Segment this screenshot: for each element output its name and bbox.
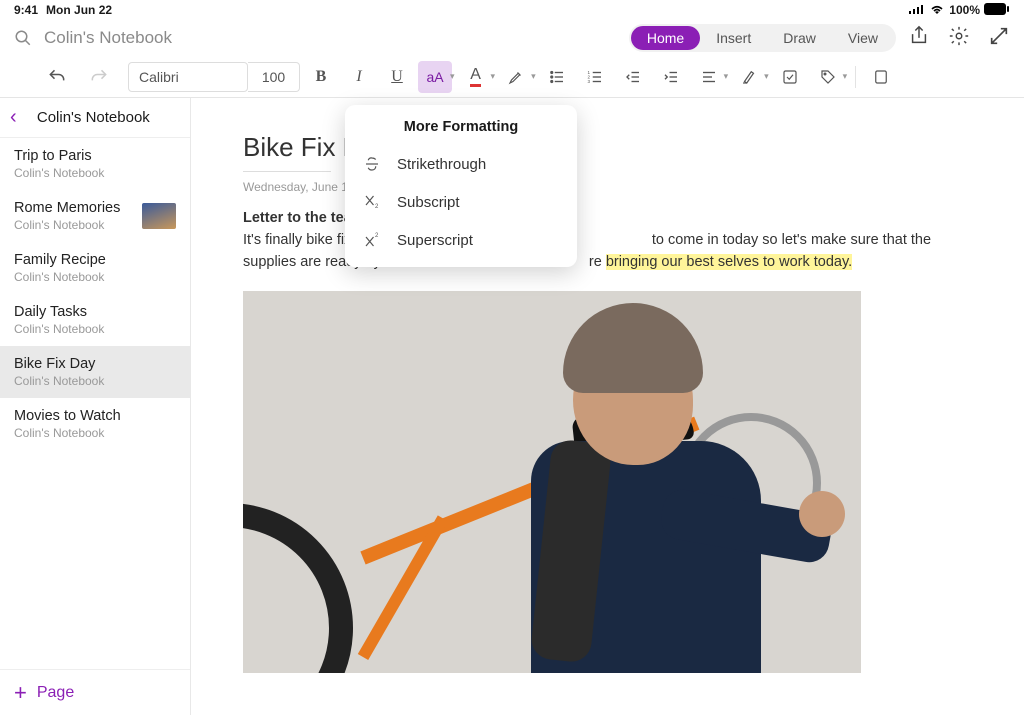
gear-icon[interactable] — [948, 25, 970, 52]
sidebar-title: Colin's Notebook — [25, 109, 162, 126]
chevron-down-icon: ▾ — [491, 71, 496, 82]
font-selector[interactable]: Calibri — [128, 62, 248, 92]
note-title: Movies to Watch — [14, 408, 176, 424]
todo-button[interactable] — [773, 61, 807, 93]
embedded-image[interactable]: go team ! ☆ — [243, 291, 861, 673]
battery-pct: 100% — [949, 3, 980, 17]
header: Colin's Notebook Home Insert Draw View — [0, 20, 1024, 56]
superscript-icon: 2 — [363, 231, 381, 249]
notebook-name[interactable]: Colin's Notebook — [44, 28, 617, 48]
underline-button[interactable]: U — [380, 61, 414, 93]
number-list-button[interactable]: 123 — [578, 61, 612, 93]
note-item[interactable]: Daily Tasks Colin's Notebook — [0, 294, 190, 346]
note-subtitle: Colin's Notebook — [14, 426, 176, 440]
note-subtitle: Colin's Notebook — [14, 218, 134, 232]
styles-button[interactable] — [732, 61, 766, 93]
tab-home[interactable]: Home — [631, 26, 700, 50]
add-page-button[interactable]: + Page — [0, 669, 190, 715]
note-item[interactable]: Trip to Paris Colin's Notebook — [0, 138, 190, 190]
chevron-down-icon: ▾ — [843, 71, 848, 82]
content-text: to come in today so let's make sure that… — [652, 232, 931, 248]
note-title: Trip to Paris — [14, 148, 176, 164]
cellular-icon — [909, 3, 925, 17]
more-formatting-button[interactable]: aA — [418, 61, 452, 93]
chevron-down-icon: ▾ — [764, 71, 769, 82]
page-canvas[interactable]: Bike Fix Day Wednesday, June 17, 2020 Le… — [191, 98, 1024, 715]
status-time: 9:41 — [14, 3, 38, 17]
highlighted-text: bringing our best selves to work today. — [606, 254, 852, 270]
undo-button[interactable] — [40, 61, 74, 93]
tab-insert[interactable]: Insert — [700, 26, 767, 50]
more-formatting-dropdown: More Formatting Strikethrough 2 Subscrip… — [345, 105, 577, 267]
note-item[interactable]: Rome Memories Colin's Notebook — [0, 190, 190, 242]
svg-text:2: 2 — [375, 204, 379, 210]
chevron-down-icon: ▾ — [531, 71, 536, 82]
italic-button[interactable]: I — [342, 61, 376, 93]
note-item[interactable]: Movies to Watch Colin's Notebook — [0, 398, 190, 450]
bold-button[interactable]: B — [304, 61, 338, 93]
superscript-item[interactable]: 2 Superscript — [345, 221, 577, 259]
sidebar: ‹ Colin's Notebook Trip to Paris Colin's … — [0, 98, 191, 715]
note-title: Rome Memories — [14, 200, 134, 216]
chevron-down-icon: ▾ — [724, 71, 729, 82]
strikethrough-icon — [363, 155, 381, 173]
tab-draw[interactable]: Draw — [767, 26, 832, 50]
bullet-list-button[interactable] — [540, 61, 574, 93]
chevron-down-icon: ▾ — [450, 71, 455, 82]
back-button[interactable]: ‹ — [10, 106, 17, 129]
strikethrough-item[interactable]: Strikethrough — [345, 145, 577, 183]
dropdown-label: Strikethrough — [397, 156, 486, 173]
tab-view[interactable]: View — [832, 26, 894, 50]
note-subtitle: Colin's Notebook — [14, 270, 176, 284]
note-item-selected[interactable]: Bike Fix Day Colin's Notebook — [0, 346, 190, 398]
ribbon-tabs: Home Insert Draw View — [629, 24, 896, 52]
note-title: Family Recipe — [14, 252, 176, 268]
note-title: Bike Fix Day — [14, 356, 176, 372]
font-size-selector[interactable]: 100 — [248, 62, 300, 92]
share-icon[interactable] — [908, 25, 930, 52]
plus-icon: + — [14, 680, 27, 706]
note-subtitle: Colin's Notebook — [14, 322, 176, 336]
note-thumbnail — [142, 203, 176, 229]
subscript-item[interactable]: 2 Subscript — [345, 183, 577, 221]
page-view-button[interactable] — [864, 61, 898, 93]
tags-button[interactable] — [811, 61, 845, 93]
redo-button[interactable] — [82, 61, 116, 93]
content-text: re — [589, 254, 606, 270]
font-color-button[interactable]: A — [459, 61, 493, 93]
dropdown-header: More Formatting — [345, 119, 577, 145]
dropdown-label: Subscript — [397, 194, 460, 211]
svg-text:2: 2 — [375, 233, 379, 239]
title-underline — [243, 171, 331, 172]
outdent-button[interactable] — [616, 61, 650, 93]
note-item[interactable]: Family Recipe Colin's Notebook — [0, 242, 190, 294]
dropdown-label: Superscript — [397, 232, 473, 249]
note-subtitle: Colin's Notebook — [14, 374, 176, 388]
wifi-icon — [929, 3, 945, 18]
add-page-label: Page — [37, 684, 74, 702]
sidebar-header: ‹ Colin's Notebook — [0, 98, 190, 138]
fullscreen-icon[interactable] — [988, 25, 1010, 52]
svg-text:3: 3 — [587, 79, 590, 84]
highlight-button[interactable] — [499, 61, 533, 93]
search-icon[interactable] — [14, 29, 32, 47]
note-subtitle: Colin's Notebook — [14, 166, 176, 180]
paragraph-format-button[interactable] — [692, 61, 726, 93]
status-date: Mon Jun 22 — [46, 3, 112, 17]
toolbar: Calibri 100 B I U aA ▾ A ▾ ▾ 123 ▾ ▾ ▾ — [0, 56, 1024, 98]
battery-icon — [984, 3, 1010, 18]
status-bar: 9:41 Mon Jun 22 100% — [0, 0, 1024, 20]
subscript-icon: 2 — [363, 193, 381, 211]
note-title: Daily Tasks — [14, 304, 176, 320]
indent-button[interactable] — [654, 61, 688, 93]
note-list: Trip to Paris Colin's Notebook Rome Memor… — [0, 138, 190, 669]
